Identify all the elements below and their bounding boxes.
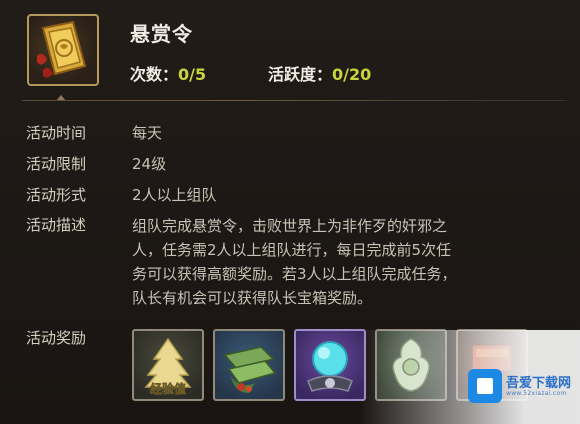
activity-label: 活跃度： — [268, 65, 333, 84]
watermark-title: 吾爱下载网 — [506, 376, 572, 391]
watermark-logo-icon — [468, 369, 502, 403]
detail-label: 活动形式 — [26, 186, 87, 204]
description-line: 务可以获得高额奖励。若3人以上组队完成任务， — [132, 265, 457, 283]
description-line: 队长有机会可以获得队长宝箱奖励。 — [132, 289, 373, 307]
bounty-token-icon — [27, 14, 99, 86]
activity-description: 组队完成悬赏令，击败世界上为非作歹的奸邪之 人，任务需2人以上组队进行，每日完成… — [132, 214, 552, 310]
description-line: 人，任务需2人以上组队进行，每日完成前5次任 — [132, 241, 452, 259]
count-stat: 次数：0/5 — [130, 61, 206, 85]
herb-bundle-icon — [223, 346, 277, 393]
watermark-subtitle: www.52xiazai.com — [506, 390, 567, 397]
experience-icon: 经验值 — [144, 337, 192, 396]
detail-label: 活动描述 — [26, 216, 87, 234]
experience-text: 经验值 — [150, 381, 186, 396]
count-value: 0/5 — [178, 65, 207, 84]
activity-header: 悬赏令 次数：0/5 活跃度：0/20 — [0, 0, 580, 96]
header-divider — [22, 100, 567, 101]
count-label: 次数： — [130, 65, 179, 84]
watermark-logo-inner — [477, 378, 493, 394]
description-line: 组队完成悬赏令，击败世界上为非作歹的奸邪之 — [132, 217, 448, 235]
reward-slot-experience[interactable]: 经验值 — [132, 329, 204, 401]
detail-label: 活动时间 — [26, 124, 87, 142]
detail-value: 2人以上组队 — [132, 186, 217, 204]
activity-detail-panel: 悬赏令 次数：0/5 活跃度：0/20 活动时间 每天 活动限制 24级 活动形… — [0, 0, 580, 424]
activity-title: 悬赏令 — [130, 22, 193, 46]
activity-value: 0/20 — [332, 65, 372, 84]
crystal-orb-icon — [307, 341, 353, 392]
reward-slot-herbs[interactable] — [213, 329, 285, 401]
rewards-label: 活动奖励 — [26, 329, 87, 347]
activity-stat: 活跃度：0/20 — [268, 61, 371, 85]
detail-value: 每天 — [132, 124, 163, 142]
detail-label: 活动限制 — [26, 155, 87, 173]
detail-value: 24级 — [132, 155, 167, 173]
site-watermark: 吾爱下载网 www.52xiazai.com — [468, 369, 580, 403]
reward-slot-orb[interactable] — [294, 329, 366, 401]
